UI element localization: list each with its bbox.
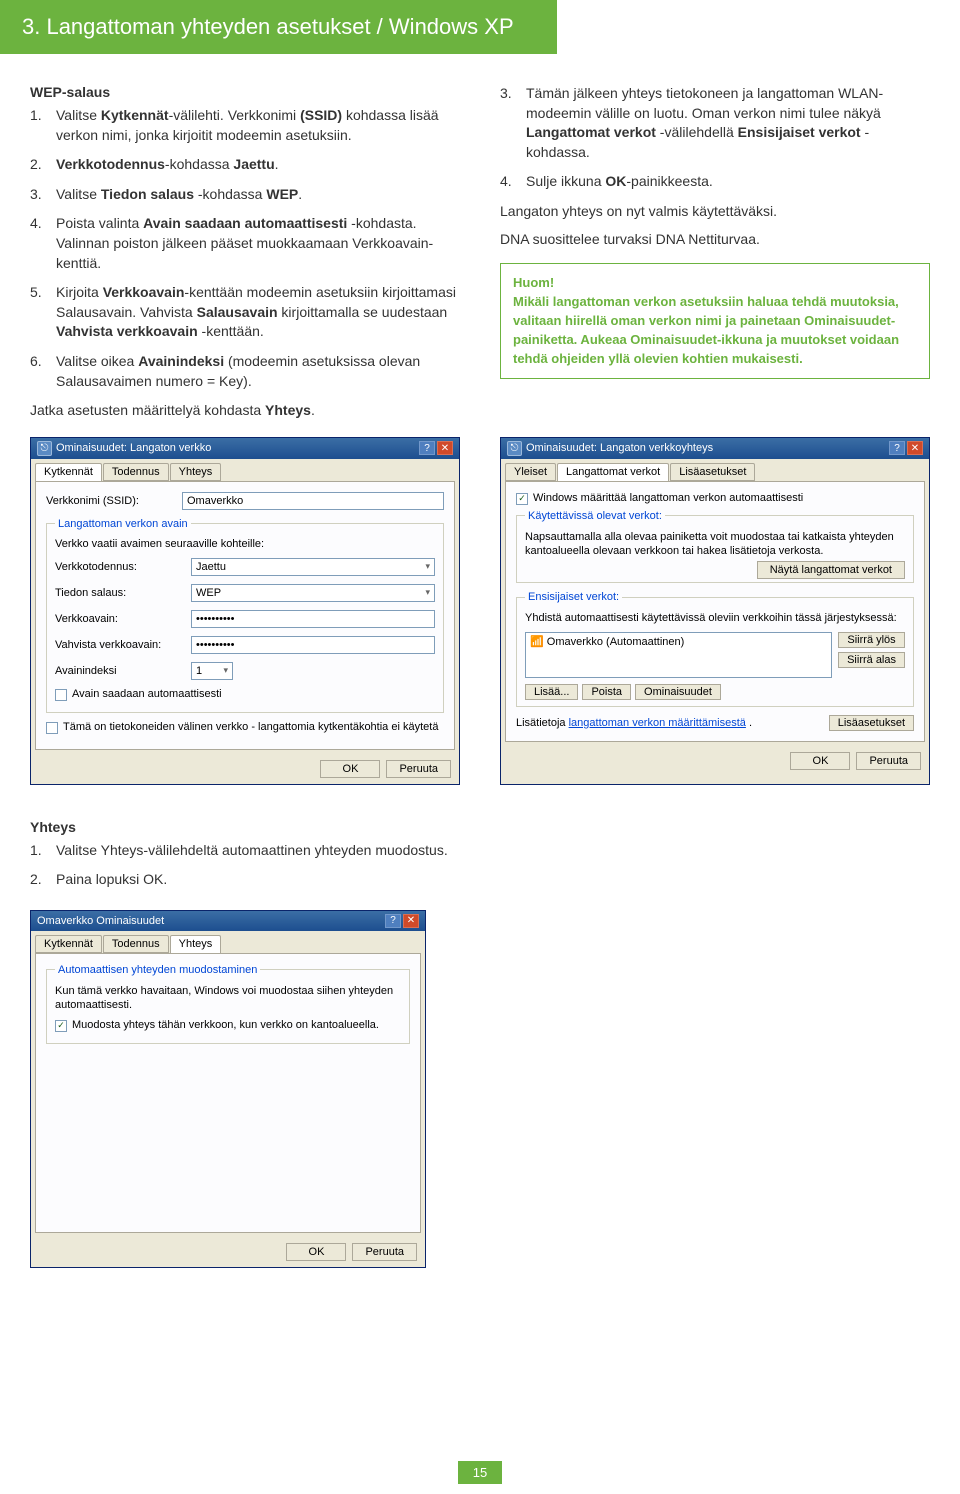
ssid-input[interactable]: Omaverkko [182,492,444,510]
adhoc-checkbox[interactable] [46,722,58,734]
key2-label: Vahvista verkkoavain: [55,639,185,651]
recommend-text: DNA suosittelee turvaksi DNA Nettiturvaa… [500,230,930,250]
app-icon: ⎋ [37,441,52,456]
key-input[interactable]: •••••••••• [191,610,435,628]
tab-yhteys[interactable]: Yhteys [170,935,222,953]
autoconnect-checkbox[interactable]: ✓ [55,1020,67,1032]
section-header: 3. Langattoman yhteyden asetukset / Wind… [0,0,557,54]
tabs: Kytkennät Todennus Yhteys [31,931,425,953]
move-down-button[interactable]: Siirrä alas [838,652,905,668]
add-button[interactable]: Lisää... [525,684,578,700]
note-box: Huom!Mikäli langattoman verkon asetuksii… [500,263,930,379]
tab-lisaasetukset[interactable]: Lisäasetukset [670,463,755,481]
cancel-button[interactable]: Peruuta [856,752,921,770]
yhteys-heading: Yhteys [30,819,930,835]
dialog-wlan-properties: ⎋ Ominaisuudet: Langaton verkko ? ✕ Kytke… [30,437,460,785]
dialog-title: Ominaisuudet: Langaton verkkoyhteys [526,442,713,454]
ok-button[interactable]: OK [790,752,850,770]
network-item[interactable]: 📶 Omaverkko (Automaattinen) [530,635,684,648]
enc-select[interactable]: WEP [191,584,435,602]
titlebar[interactable]: ⎋ Ominaisuudet: Langaton verkko ? ✕ [31,438,459,459]
ok-button[interactable]: OK [320,760,380,778]
tabs: Yleiset Langattomat verkot Lisäasetukset [501,459,929,481]
more-info-link[interactable]: langattoman verkon määrittämisestä [569,717,746,729]
autocfg-checkbox[interactable]: ✓ [516,493,528,505]
adhoc-label: Tämä on tietokoneiden välinen verkko - l… [63,721,438,733]
key-group-help: Verkko vaatii avaimen seuraaville kohtei… [55,538,435,550]
close-icon[interactable]: ✕ [403,914,419,928]
dialog-title: Omaverkko Ominaisuudet [37,915,164,927]
tab-yleiset[interactable]: Yleiset [505,463,556,481]
key-label: Verkkoavain: [55,613,185,625]
dialog-omaverkko-properties: Omaverkko Ominaisuudet ? ✕ Kytkennät Tod… [30,910,426,1268]
avail-group-label: Käytettävissä olevat verkot: [525,510,665,522]
page-number: 15 [458,1461,502,1484]
help-icon[interactable]: ? [419,441,435,455]
properties-button[interactable]: Ominaisuudet [635,684,721,700]
tab-yhteys[interactable]: Yhteys [170,463,222,481]
auth-select[interactable]: Jaettu [191,558,435,576]
tab-kytkennat[interactable]: Kytkennät [35,935,102,953]
move-up-button[interactable]: Siirrä ylös [838,632,905,648]
autokey-label: Avain saadaan automaattisesti [72,688,222,700]
auth-label: Verkkotodennus: [55,561,185,573]
autoconnect-help: Kun tämä verkko havaitaan, Windows voi m… [55,984,401,1013]
help-icon[interactable]: ? [385,914,401,928]
pref-group-label: Ensisijaiset verkot: [525,591,622,603]
autoconnect-group-label: Automaattisen yhteyden muodostaminen [55,964,260,976]
advanced-button[interactable]: Lisäasetukset [829,715,914,731]
avail-help: Napsauttamalla alla olevaa painiketta vo… [525,530,905,559]
help-icon[interactable]: ? [889,441,905,455]
pref-help: Yhdistä automaattisesti käytettävissä ol… [525,611,905,625]
key-group-label: Langattoman verkon avain [55,518,191,530]
ssid-label: Verkkonimi (SSID): [46,495,176,507]
ready-text: Langaton yhteys on nyt valmis käytettävä… [500,202,930,222]
enc-label: Tiedon salaus: [55,587,185,599]
more-info-text: Lisätietoja langattoman verkon määrittäm… [516,717,752,729]
tab-kytkennat[interactable]: Kytkennät [35,463,102,481]
idx-select[interactable]: 1 [191,662,233,680]
dialog-title: Ominaisuudet: Langaton verkko [56,442,211,454]
idx-label: Avainindeksi [55,665,185,677]
close-icon[interactable]: ✕ [907,441,923,455]
left-column: WEP-salaus 1.Valitse Kytkennät-välilehti… [30,84,460,421]
dialog-wlan-connection: ⎋ Ominaisuudet: Langaton verkkoyhteys ? ✕… [500,437,930,785]
close-icon[interactable]: ✕ [437,441,453,455]
pref-network-list[interactable]: 📶 Omaverkko (Automaattinen) [525,632,832,678]
key2-input[interactable]: •••••••••• [191,636,435,654]
autoconnect-label: Muodosta yhteys tähän verkkoon, kun verk… [72,1019,379,1031]
bottom-steps: 1.Valitse Yhteys-välilehdeltä automaatti… [30,841,930,890]
wep-heading: WEP-salaus [30,84,460,100]
tab-todennus[interactable]: Todennus [103,463,169,481]
autokey-checkbox[interactable] [55,689,67,701]
ok-button[interactable]: OK [286,1243,346,1261]
tabs: Kytkennät Todennus Yhteys [31,459,459,481]
titlebar[interactable]: Omaverkko Ominaisuudet ? ✕ [31,911,425,931]
left-steps: 1.Valitse Kytkennät-välilehti. Verkkonim… [30,106,460,391]
titlebar[interactable]: ⎋ Ominaisuudet: Langaton verkkoyhteys ? ✕ [501,438,929,459]
tab-todennus[interactable]: Todennus [103,935,169,953]
continue-text: Jatka asetusten määrittelyä kohdasta Yht… [30,401,460,421]
show-networks-button[interactable]: Näytä langattomat verkot [757,561,905,579]
autocfg-label: Windows määrittää langattoman verkon aut… [533,492,803,504]
cancel-button[interactable]: Peruuta [386,760,451,778]
app-icon: ⎋ [507,441,522,456]
tab-langattomat[interactable]: Langattomat verkot [557,463,669,481]
right-column: 3.Tämän jälkeen yhteys tietokoneen ja la… [500,84,930,421]
right-steps: 3.Tämän jälkeen yhteys tietokoneen ja la… [500,84,930,192]
remove-button[interactable]: Poista [582,684,631,700]
cancel-button[interactable]: Peruuta [352,1243,417,1261]
